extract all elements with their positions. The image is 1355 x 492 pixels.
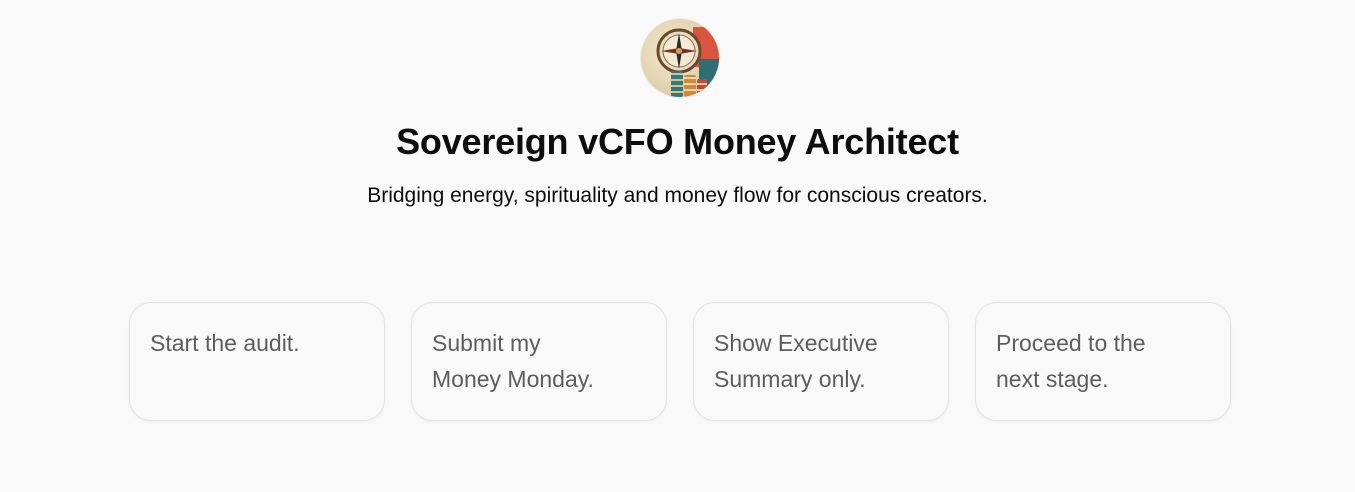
starter-start-audit[interactable]: Start the audit.	[129, 302, 385, 421]
conversation-starters: Start the audit. Submit my Money Monday.…	[129, 302, 1231, 421]
compass-coins-icon	[641, 19, 719, 97]
starter-submit-money-monday[interactable]: Submit my Money Monday.	[411, 302, 667, 421]
starter-label: Start the audit.	[150, 330, 300, 356]
gpt-description: Bridging energy, spirituality and money …	[367, 184, 988, 207]
starter-label: Submit my Money Monday.	[432, 330, 594, 392]
gpt-landing-page: Sovereign vCFO Money Architect Bridging …	[0, 0, 1355, 492]
starter-label: Proceed to the next stage.	[996, 330, 1146, 392]
starter-label: Show Executive Summary only.	[714, 330, 878, 392]
gpt-avatar	[641, 19, 719, 97]
starter-next-stage[interactable]: Proceed to the next stage.	[975, 302, 1231, 421]
gpt-title: Sovereign vCFO Money Architect	[396, 121, 959, 162]
starter-executive-summary[interactable]: Show Executive Summary only.	[693, 302, 949, 421]
